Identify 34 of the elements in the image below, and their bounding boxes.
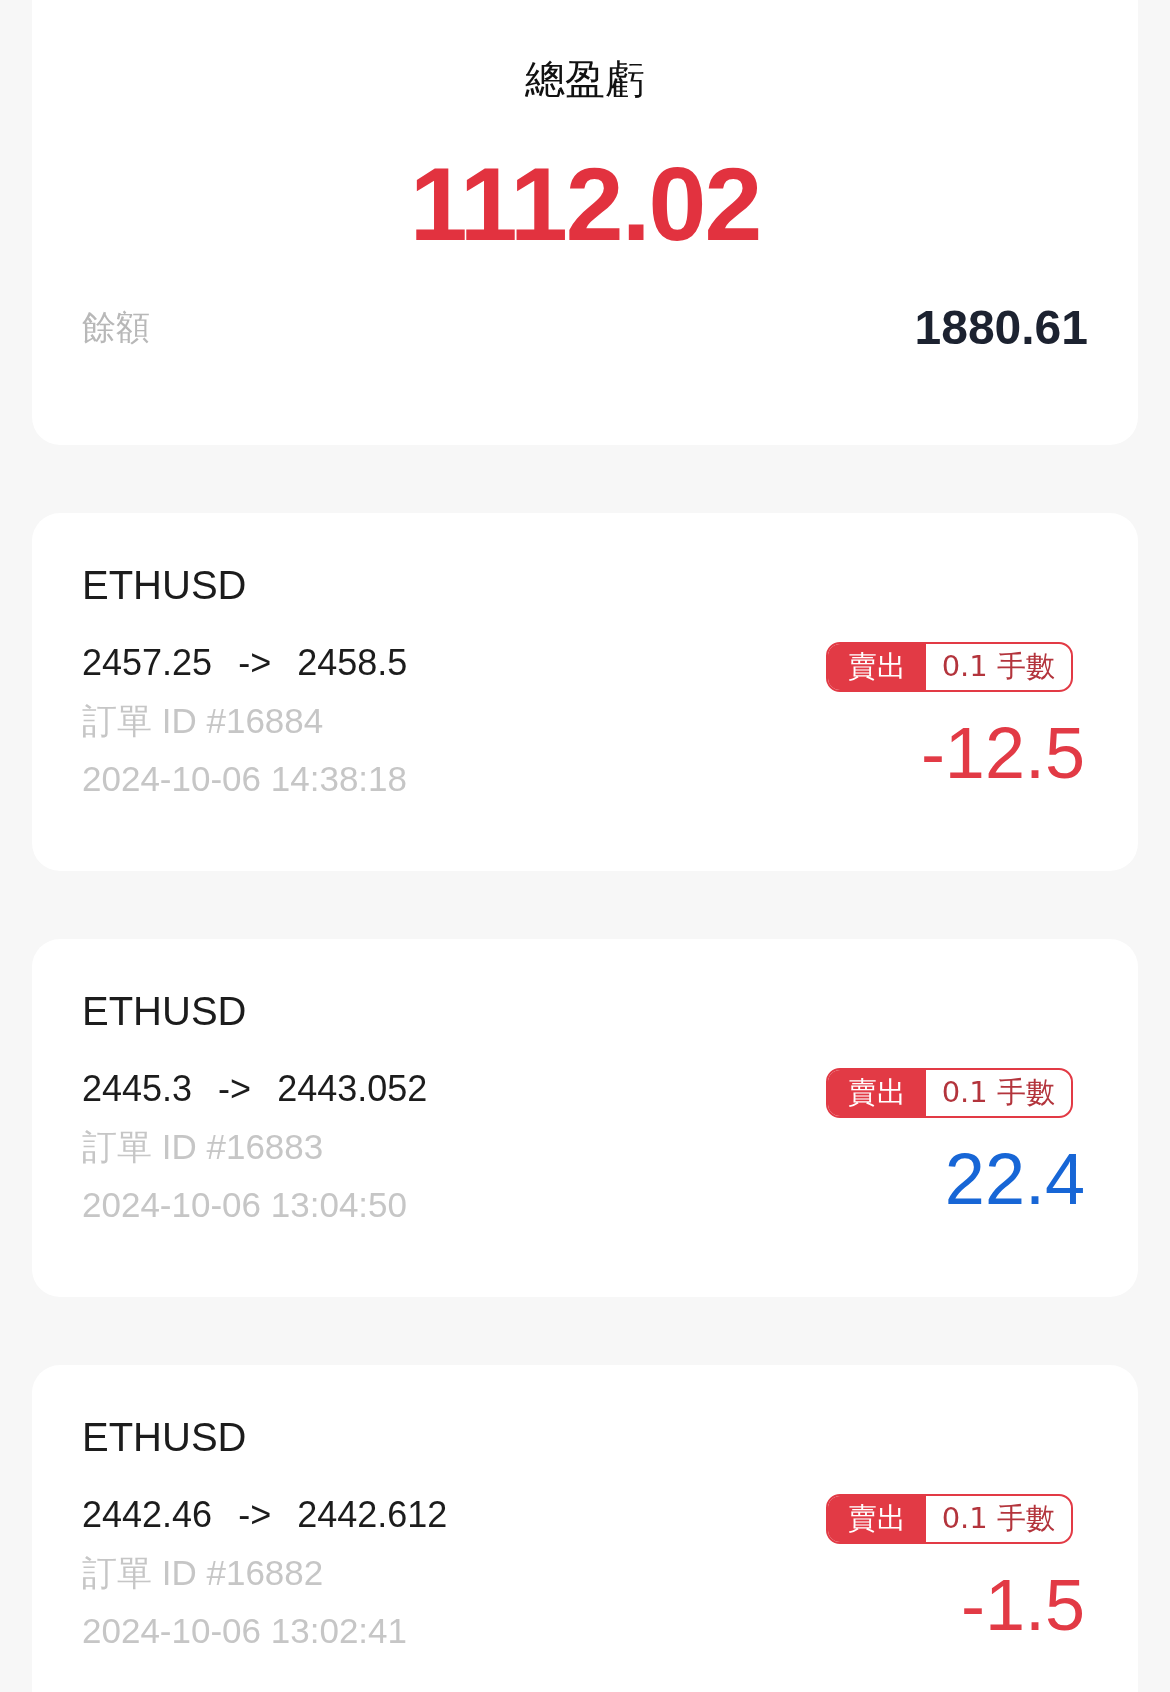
trade-card[interactable]: ETHUSD 2457.25 -> 2458.5 訂單 ID #16884 2024-10-06 14:38:18 賣出 0.1 手數 -12.5	[32, 513, 1138, 871]
arrow-text: ->	[238, 642, 272, 684]
trade-time: 2024-10-06 14:38:18	[82, 759, 408, 799]
open-price: 2442.46	[82, 1494, 213, 1536]
order-id: 訂單 ID #16882	[82, 1552, 325, 1594]
symbol: ETHUSD	[82, 1415, 248, 1460]
lots-label: 0.1 手數	[940, 1074, 1056, 1111]
trade-card[interactable]: ETHUSD 2445.3 -> 2443.052 訂單 ID #16883 2024-10-06 13:04:50 賣出 0.1 手數 22.4	[32, 939, 1138, 1297]
side-label: 賣出	[827, 644, 926, 690]
trade-time: 2024-10-06 13:02:41	[82, 1611, 408, 1651]
lots-label: 0.1 手數	[940, 648, 1056, 685]
trade-card[interactable]: ETHUSD 2442.46 -> 2442.612 訂單 ID #16882 2024-10-06 13:02:41 賣出 0.1 手數 -1.5	[32, 1365, 1138, 1692]
order-id: 訂單 ID #16884	[82, 700, 325, 742]
lots-label: 0.1 手數	[940, 1500, 1056, 1537]
arrow-text: ->	[238, 1494, 272, 1536]
trade-time: 2024-10-06 13:04:50	[82, 1185, 408, 1225]
close-price: 2458.5	[297, 642, 408, 684]
balance-value: 1880.61	[914, 300, 1088, 355]
side-label: 賣出	[827, 1070, 926, 1116]
open-price: 2457.25	[82, 642, 213, 684]
profit-value: -1.5	[960, 1564, 1085, 1646]
arrow-text: ->	[218, 1068, 252, 1110]
profit-value: -12.5	[920, 712, 1085, 794]
order-id: 訂單 ID #16883	[82, 1126, 325, 1168]
symbol: ETHUSD	[82, 563, 248, 608]
profit-value: 22.4	[944, 1138, 1085, 1220]
balance-label: 餘額	[82, 305, 150, 349]
side-label: 賣出	[827, 1496, 926, 1542]
total-profit: 1112.02	[409, 145, 761, 264]
close-price: 2443.052	[277, 1068, 428, 1110]
open-price: 2445.3	[82, 1068, 193, 1110]
close-price: 2442.612	[297, 1494, 448, 1536]
summary-title: 總盈虧	[525, 55, 645, 104]
symbol: ETHUSD	[82, 989, 248, 1034]
